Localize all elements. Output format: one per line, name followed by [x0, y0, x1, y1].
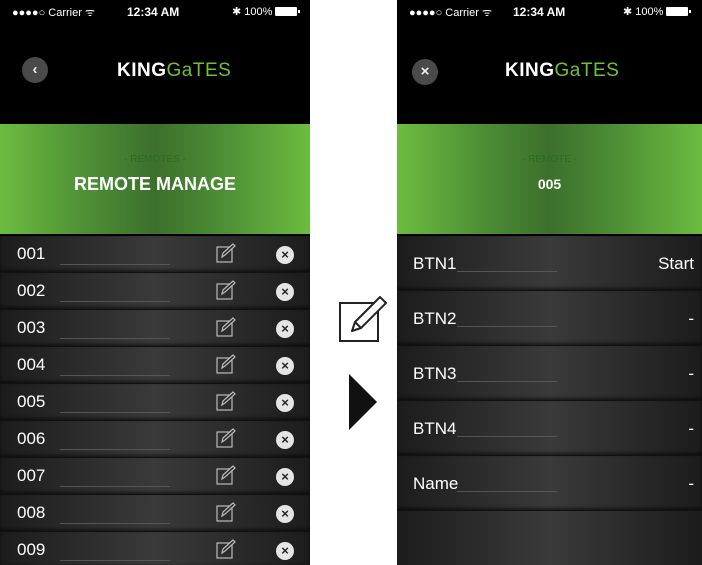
row-divider — [457, 326, 557, 327]
battery-icon — [666, 7, 692, 16]
button-value: Start — [658, 254, 694, 273]
play-arrow-icon — [349, 374, 377, 430]
battery-percent: ✱ 100% — [623, 6, 664, 18]
remote-list: 001 × 002 × 003 × 004 × 005 × 006 × 007 × 008 × 009 × — [0, 236, 310, 565]
remote-code: 003 — [17, 318, 46, 337]
remote-code: 008 — [17, 503, 46, 522]
carrier-signal: ●●●●○ Carrier ᯤ — [12, 7, 95, 19]
close-button[interactable]: × — [412, 59, 438, 85]
remote-number: 005 — [537, 176, 562, 192]
status-bar: ●●●●○ Carrier ᯤ 12:34 AM ✱ 100% — [0, 0, 310, 22]
edit-icon[interactable] — [216, 391, 236, 411]
row-divider — [60, 486, 170, 487]
row-divider — [457, 436, 557, 437]
button-label: BTN1 — [413, 254, 457, 273]
battery-indicator: ✱ 100% — [232, 5, 301, 18]
remote-code: 002 — [17, 281, 46, 300]
delete-icon[interactable]: × — [276, 542, 294, 560]
edit-icon[interactable] — [216, 243, 236, 263]
close-icon: × — [420, 63, 430, 80]
remote-code: 006 — [17, 429, 46, 448]
logo-bold-text: KING — [117, 60, 167, 81]
row-divider — [60, 523, 170, 524]
remotes-list-screen: ●●●●○ Carrier ᯤ 12:34 AM ✱ 100% ‹ KINGGa… — [0, 0, 310, 565]
remote-row[interactable]: 005 × — [0, 384, 310, 421]
delete-icon[interactable]: × — [276, 505, 294, 523]
page-banner: - REMOTE - 005 — [397, 124, 702, 234]
logo-light-text: GaTES — [166, 60, 232, 81]
remote-row[interactable]: 001 × — [0, 236, 310, 273]
button-row[interactable]: BTN4 - — [397, 401, 702, 456]
button-value: - — [688, 364, 694, 383]
edit-icon[interactable] — [216, 280, 236, 300]
remote-row[interactable]: 008 × — [0, 495, 310, 532]
app-logo: KINGGaTES — [117, 60, 231, 82]
logo-light-text: GaTES — [554, 60, 620, 81]
remote-code: 004 — [17, 355, 46, 374]
battery-percent: ✱ 100% — [232, 6, 273, 18]
edit-icon[interactable] — [216, 428, 236, 448]
button-row[interactable]: Name - — [397, 456, 702, 511]
delete-icon[interactable]: × — [276, 394, 294, 412]
button-label: Name — [413, 474, 459, 493]
carrier-signal: ●●●●○ Carrier ᯤ — [409, 7, 492, 19]
button-row[interactable]: BTN3 - — [397, 346, 702, 401]
row-divider — [60, 449, 170, 450]
delete-icon[interactable]: × — [276, 431, 294, 449]
page-banner: - REMOTES - REMOTE MANAGE — [0, 124, 310, 234]
status-bar: ●●●●○ Carrier ᯤ 12:34 AM ✱ 100% — [397, 0, 702, 22]
edit-icon[interactable] — [216, 354, 236, 374]
remote-row[interactable]: 006 × — [0, 421, 310, 458]
remote-code: 001 — [17, 244, 46, 263]
back-icon: ‹ — [32, 61, 38, 78]
delete-icon[interactable]: × — [276, 357, 294, 375]
app-logo: KINGGaTES — [505, 60, 619, 82]
button-row[interactable]: BTN1 Start — [397, 236, 702, 291]
row-divider — [60, 301, 170, 302]
row-divider — [457, 381, 557, 382]
row-divider — [60, 412, 170, 413]
button-value: - — [688, 474, 694, 493]
logo-bold-text: KING — [505, 60, 555, 81]
button-row[interactable]: BTN2 - — [397, 291, 702, 346]
row-divider — [60, 338, 170, 339]
delete-icon[interactable]: × — [276, 468, 294, 486]
remote-row[interactable]: 002 × — [0, 273, 310, 310]
edit-icon[interactable] — [216, 317, 236, 337]
delete-icon[interactable]: × — [276, 320, 294, 338]
battery-indicator: ✱ 100% — [623, 5, 692, 18]
battery-icon — [275, 7, 301, 16]
remote-code: 009 — [17, 540, 46, 559]
back-button[interactable]: ‹ — [22, 57, 48, 83]
button-list: BTN1 Start BTN2 - BTN3 - BTN4 - Name - — [397, 236, 702, 565]
remote-code: 007 — [17, 466, 46, 485]
remote-row[interactable]: 007 × — [0, 458, 310, 495]
button-label: BTN2 — [413, 309, 457, 328]
edit-icon[interactable] — [216, 502, 236, 522]
row-divider — [60, 560, 170, 561]
row-divider — [457, 491, 557, 492]
edit-icon[interactable] — [216, 539, 236, 559]
row-divider — [60, 264, 170, 265]
edit-icon — [339, 296, 387, 342]
button-value: - — [688, 309, 694, 328]
banner-subtitle: - REMOTE - — [522, 154, 577, 165]
edit-icon[interactable] — [216, 465, 236, 485]
remote-row[interactable]: 004 × — [0, 347, 310, 384]
row-divider — [457, 271, 557, 272]
button-value: - — [688, 419, 694, 438]
banner-subtitle: - REMOTES - — [124, 154, 186, 165]
button-label: BTN3 — [413, 364, 457, 383]
remote-code: 005 — [17, 392, 46, 411]
row-divider — [60, 375, 170, 376]
page-title: REMOTE MANAGE — [74, 174, 236, 194]
delete-icon[interactable]: × — [276, 246, 294, 264]
remote-row[interactable]: 003 × — [0, 310, 310, 347]
status-time: 12:34 AM — [127, 5, 180, 19]
button-label: BTN4 — [413, 419, 457, 438]
remote-row[interactable]: 009 × — [0, 532, 310, 565]
remote-detail-screen: ●●●●○ Carrier ᯤ 12:34 AM ✱ 100% × KINGGa… — [397, 0, 702, 565]
status-time: 12:34 AM — [513, 5, 566, 19]
delete-icon[interactable]: × — [276, 283, 294, 301]
